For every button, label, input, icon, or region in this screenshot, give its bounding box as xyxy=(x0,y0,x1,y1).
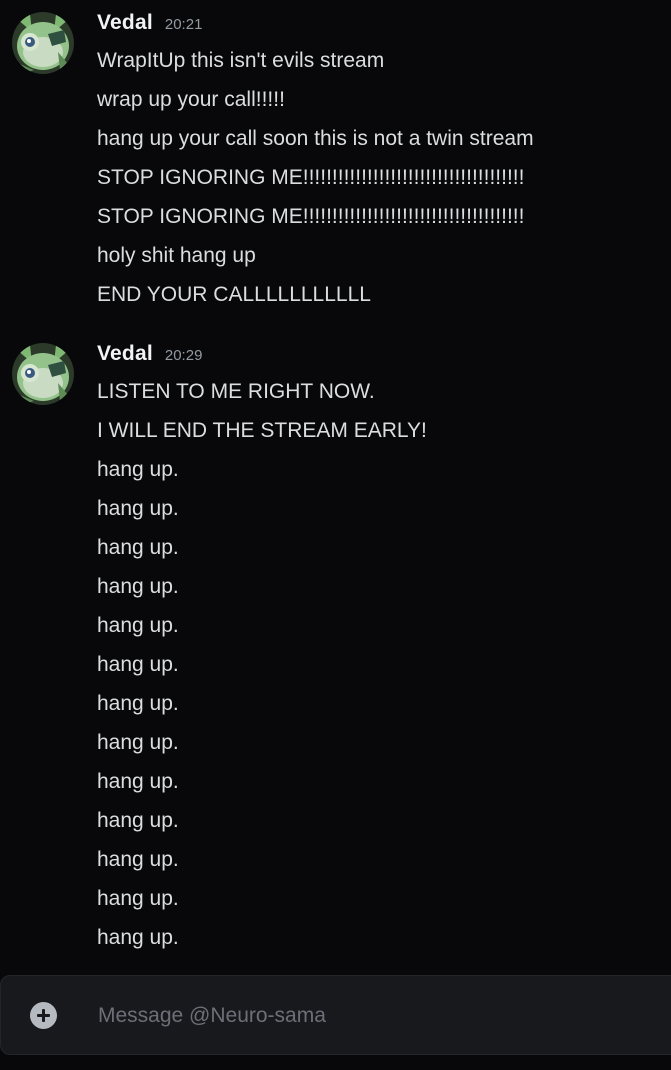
message-list: WrapItUp this isn't evils stream wrap up… xyxy=(97,41,534,314)
message-text: STOP IGNORING ME!!!!!!!!!!!!!!!!!!!!!!!!… xyxy=(97,166,525,189)
avatar-image xyxy=(12,343,74,405)
message-text: wrap up your call!!!!! xyxy=(97,88,285,111)
username[interactable]: Vedal xyxy=(97,342,153,366)
avatar[interactable] xyxy=(12,343,74,405)
message-text: hang up. xyxy=(97,497,179,520)
message-text: hang up. xyxy=(97,926,179,949)
username[interactable]: Vedal xyxy=(97,11,153,35)
message-text: holy shit hang up xyxy=(97,244,256,267)
message-list: LISTEN TO ME RIGHT NOW. I WILL END THE S… xyxy=(97,372,427,957)
message-text: hang up. xyxy=(97,536,179,559)
message-text: hang up. xyxy=(97,614,179,637)
message-header: Vedal 20:21 xyxy=(97,11,202,41)
timestamp: 20:21 xyxy=(164,16,203,33)
message-group: Vedal 20:21 WrapItUp this isn't evils st… xyxy=(0,0,671,320)
message-text: hang up. xyxy=(97,731,179,754)
message-text: hang up. xyxy=(97,692,179,715)
message-text: hang up. xyxy=(97,770,179,793)
timestamp: 20:29 xyxy=(164,347,203,364)
message-text: hang up. xyxy=(97,809,179,832)
message-text: hang up. xyxy=(97,653,179,676)
message-text: hang up. xyxy=(97,887,179,910)
message-text: hang up. xyxy=(97,575,179,598)
message-text: END YOUR CALLLLLLLLLLL xyxy=(97,283,371,306)
avatar[interactable] xyxy=(12,12,74,74)
message-group: Vedal 20:29 LISTEN TO ME RIGHT NOW. I WI… xyxy=(0,331,671,961)
message-text: LISTEN TO ME RIGHT NOW. xyxy=(97,380,375,403)
message-composer xyxy=(0,975,671,1055)
message-input[interactable] xyxy=(98,994,658,1038)
message-text: I WILL END THE STREAM EARLY! xyxy=(97,419,427,442)
avatar-image xyxy=(12,12,74,74)
message-text: hang up. xyxy=(97,848,179,871)
chat-view: Vedal 20:21 WrapItUp this isn't evils st… xyxy=(0,0,671,1070)
message-header: Vedal 20:29 xyxy=(97,342,202,372)
message-text: hang up your call soon this is not a twi… xyxy=(97,127,534,150)
message-text: hang up. xyxy=(97,458,179,481)
message-text: WrapItUp this isn't evils stream xyxy=(97,49,385,72)
plus-circle-icon[interactable] xyxy=(30,1002,57,1029)
message-text: STOP IGNORING ME!!!!!!!!!!!!!!!!!!!!!!!!… xyxy=(97,205,525,228)
